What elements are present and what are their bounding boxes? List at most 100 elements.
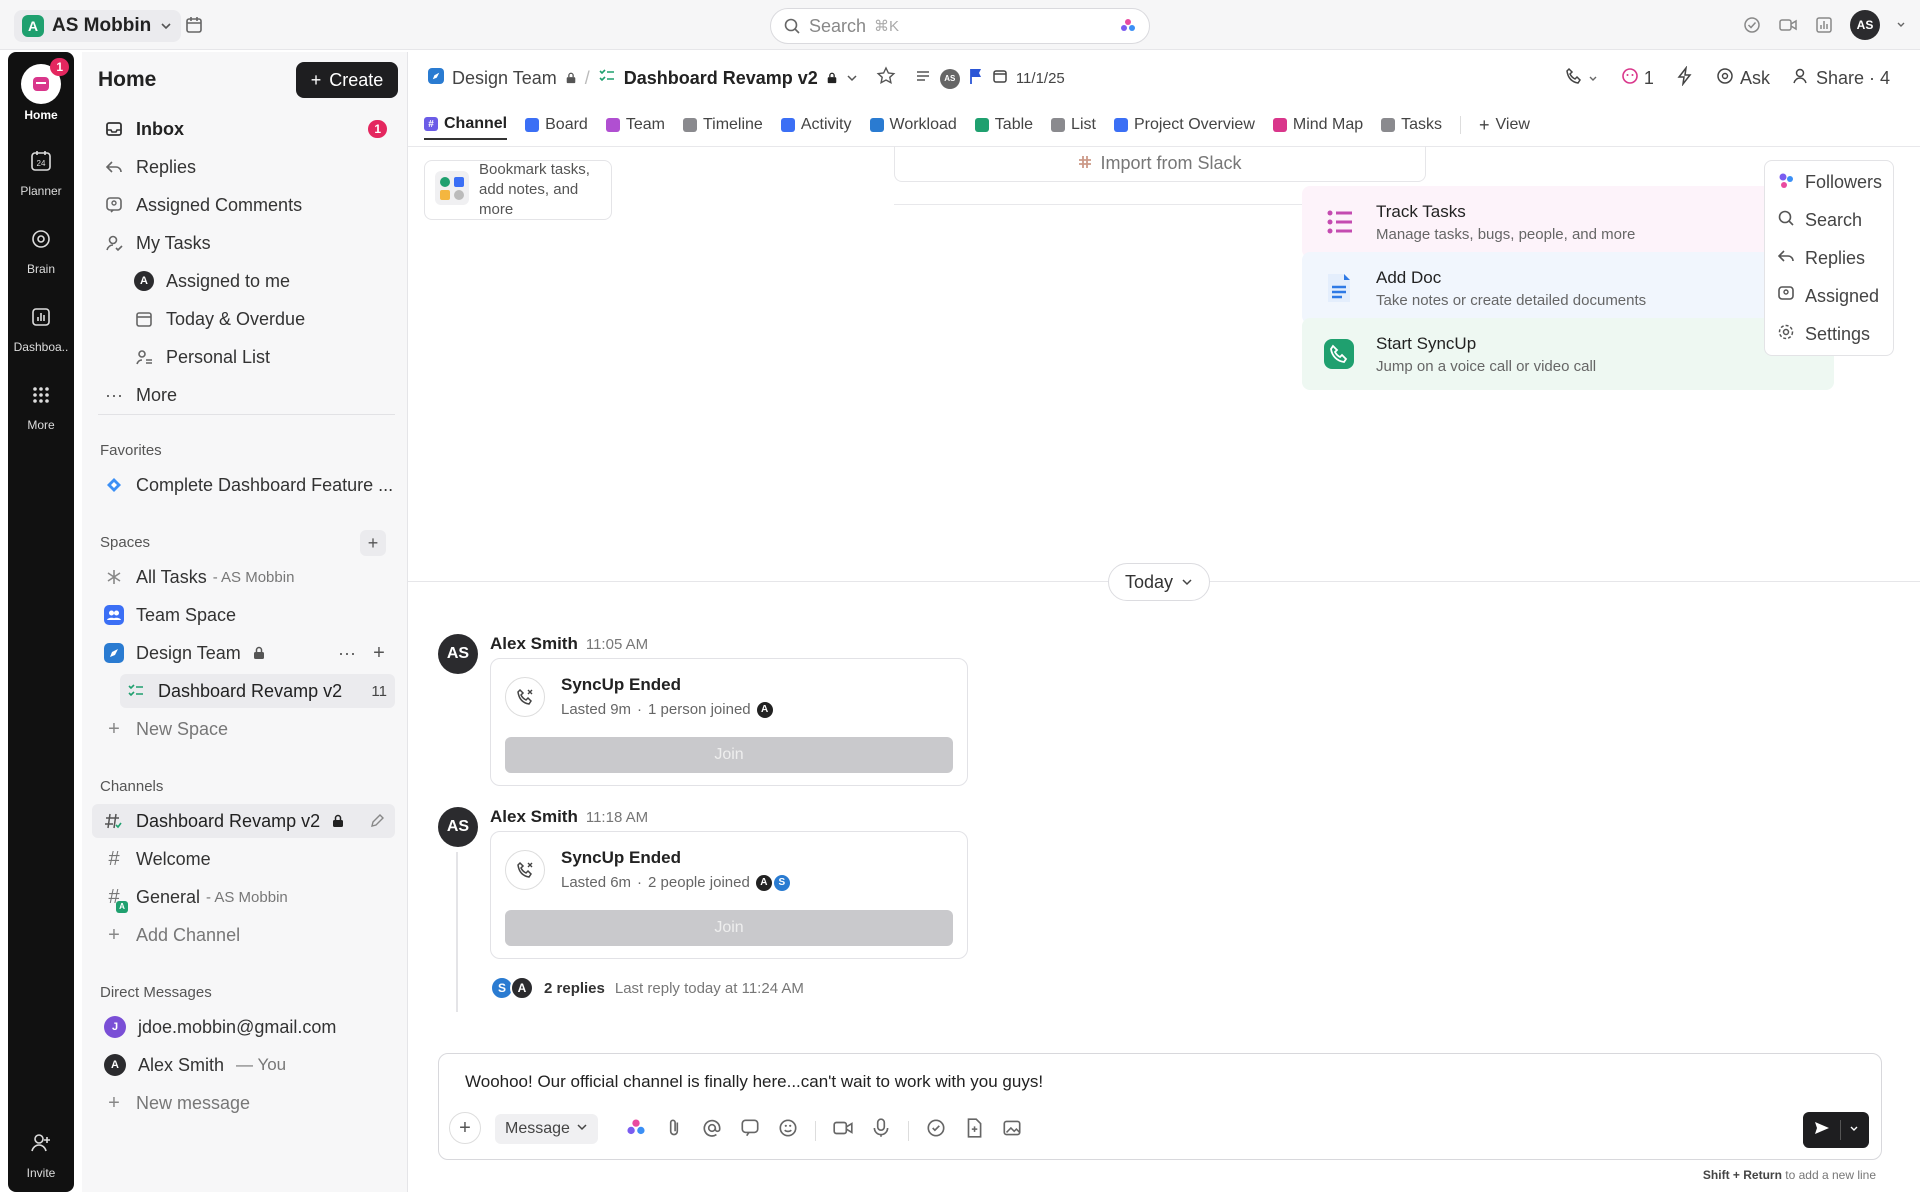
bookmark-callout[interactable]: Bookmark tasks, add notes, and more — [424, 160, 612, 220]
sidebar-item-more[interactable]: ··· More — [98, 378, 395, 412]
flag-icon[interactable] — [968, 67, 984, 90]
favorite-item[interactable]: Complete Dashboard Feature ... — [98, 468, 395, 502]
rail-planner[interactable]: 24 Planner — [8, 142, 74, 198]
due-date[interactable]: 11/1/25 — [1016, 70, 1065, 87]
panel-followers[interactable]: Followers — [1777, 171, 1882, 194]
panel-settings[interactable]: Settings — [1777, 323, 1870, 346]
video-clip-icon[interactable] — [832, 1117, 854, 1144]
panel-replies[interactable]: Replies — [1777, 247, 1865, 270]
tab-activity[interactable]: Activity — [780, 110, 852, 140]
plus-icon: + — [1479, 114, 1490, 135]
breadcrumb-current[interactable]: Dashboard Revamp v2 — [624, 68, 818, 89]
composer-add-button[interactable]: + — [449, 1112, 481, 1144]
video-icon[interactable] — [1778, 15, 1798, 35]
panel-search[interactable]: Search — [1777, 209, 1862, 232]
sidebar-item-assigned-comments[interactable]: Assigned Comments — [98, 188, 395, 222]
tab-tasks[interactable]: Tasks — [1381, 110, 1442, 140]
ai-sparkle-icon[interactable] — [1119, 17, 1137, 35]
sidebar-item-assigned-to-me[interactable]: A Assigned to me — [128, 264, 395, 298]
import-from-slack-button[interactable]: Import from Slack — [894, 146, 1426, 182]
date-divider-button[interactable]: Today — [1108, 563, 1210, 601]
tab-list[interactable]: List — [1051, 110, 1096, 140]
send-button[interactable] — [1803, 1112, 1869, 1148]
create-task-icon[interactable] — [925, 1117, 947, 1144]
thread-summary[interactable]: S A 2 replies Last reply today at 11:24 … — [490, 976, 804, 1000]
tab-team[interactable]: Team — [605, 110, 665, 140]
sidebar-item-dashboard-revamp[interactable]: Dashboard Revamp v2 11 — [120, 674, 395, 708]
sidebar-item-inbox[interactable]: Inbox 1 — [98, 112, 395, 146]
breadcrumb-space[interactable]: Design Team — [452, 68, 557, 89]
description-icon[interactable] — [914, 67, 932, 90]
watchers-button[interactable]: 1 — [1620, 66, 1654, 91]
call-button[interactable] — [1564, 66, 1598, 91]
emoji-icon[interactable] — [777, 1117, 799, 1144]
channel-item-welcome[interactable]: # Welcome — [98, 842, 395, 876]
chevron-down-icon[interactable] — [1896, 20, 1906, 30]
more-options-icon[interactable]: ··· — [337, 643, 357, 664]
join-button[interactable]: Join — [505, 910, 953, 946]
search-bar[interactable]: Search ⌘K — [770, 8, 1150, 44]
avatar[interactable]: AS — [438, 807, 478, 847]
add-channel-button[interactable]: + Add Channel — [98, 918, 395, 952]
calendar-icon[interactable] — [184, 15, 204, 35]
check-circle-icon[interactable] — [1742, 15, 1762, 35]
sidebar-item-replies[interactable]: Replies — [98, 150, 395, 184]
new-space-button[interactable]: + New Space — [98, 712, 395, 746]
sidebar-item-my-tasks[interactable]: My Tasks — [98, 226, 395, 260]
dashboard-icon[interactable] — [1814, 15, 1834, 35]
workspace-switcher[interactable]: A AS Mobbin — [14, 10, 182, 42]
chevron-down-icon[interactable] — [846, 68, 858, 89]
lightning-icon[interactable] — [1676, 65, 1694, 91]
comment-icon[interactable] — [739, 1117, 761, 1144]
assignee-avatar[interactable]: AS — [939, 68, 960, 89]
add-in-space-icon[interactable]: + — [369, 642, 389, 665]
create-doc-icon[interactable] — [963, 1117, 985, 1144]
channel-item-general[interactable]: # A General - AS Mobbin — [98, 880, 395, 914]
microphone-icon[interactable] — [870, 1117, 892, 1144]
star-icon[interactable] — [876, 66, 896, 91]
attachment-icon[interactable] — [663, 1117, 685, 1144]
panel-assigned[interactable]: Assigned — [1777, 285, 1879, 308]
tab-table[interactable]: Table — [974, 110, 1033, 140]
sidebar-item-today-overdue[interactable]: Today & Overdue — [128, 302, 395, 336]
rail-invite[interactable]: Invite — [8, 1124, 74, 1180]
message-type-select[interactable]: Message — [495, 1114, 598, 1144]
tab-timeline[interactable]: Timeline — [682, 110, 763, 140]
tab-project-overview[interactable]: Project Overview — [1113, 110, 1255, 140]
dm-item-jdoe[interactable]: J jdoe.mobbin@gmail.com — [98, 1010, 395, 1044]
message-author[interactable]: Alex Smith — [490, 634, 578, 653]
add-image-icon[interactable] — [1001, 1117, 1023, 1144]
tab-workload[interactable]: Workload — [869, 110, 957, 140]
share-button[interactable]: Share · 4 — [1792, 67, 1890, 90]
view-label: View — [1495, 116, 1530, 133]
new-message-button[interactable]: + New message — [98, 1086, 395, 1120]
rail-home[interactable]: 1 Home — [8, 58, 74, 122]
quick-card-start-syncup[interactable]: Start SyncUp Jump on a voice call or vide… — [1302, 318, 1834, 390]
tab-mind-map[interactable]: Mind Map — [1272, 110, 1363, 140]
add-view-button[interactable]: + View — [1479, 110, 1530, 140]
sidebar-item-team-space[interactable]: Team Space — [98, 598, 395, 632]
sidebar-item-all-tasks[interactable]: All Tasks - AS Mobbin — [98, 560, 395, 594]
user-avatar[interactable]: AS — [1850, 10, 1880, 40]
sidebar-item-design-team[interactable]: Design Team ··· + — [98, 636, 395, 670]
rail-more[interactable]: More — [8, 376, 74, 432]
tab-channel[interactable]: # Channel — [424, 110, 508, 140]
rail-dashboards[interactable]: Dashboa.. — [8, 298, 74, 354]
tab-board[interactable]: Board — [525, 110, 588, 140]
rail-brain[interactable]: Brain — [8, 220, 74, 276]
sidebar-item-personal-list[interactable]: Personal List — [128, 340, 395, 374]
quick-card-track-tasks[interactable]: Track Tasks Manage tasks, bugs, people, a… — [1302, 186, 1834, 258]
composer-input[interactable]: Woohoo! Our official channel is finally … — [465, 1072, 1043, 1092]
ai-sparkle-icon[interactable] — [625, 1117, 647, 1144]
channel-item-active[interactable]: Dashboard Revamp v2 — [92, 804, 395, 838]
add-space-button[interactable]: + — [360, 530, 386, 556]
avatar[interactable]: AS — [438, 634, 478, 674]
ask-button[interactable]: Ask — [1716, 67, 1770, 90]
dm-item-alex-smith[interactable]: A Alex Smith — You — [98, 1048, 395, 1082]
message-author[interactable]: Alex Smith — [490, 807, 578, 826]
edit-pencil-icon[interactable] — [367, 813, 387, 829]
quick-card-add-doc[interactable]: Add Doc Take notes or create detailed doc… — [1302, 252, 1834, 324]
mention-icon[interactable] — [701, 1117, 723, 1144]
create-button[interactable]: + Create — [296, 62, 398, 98]
join-button[interactable]: Join — [505, 737, 953, 773]
